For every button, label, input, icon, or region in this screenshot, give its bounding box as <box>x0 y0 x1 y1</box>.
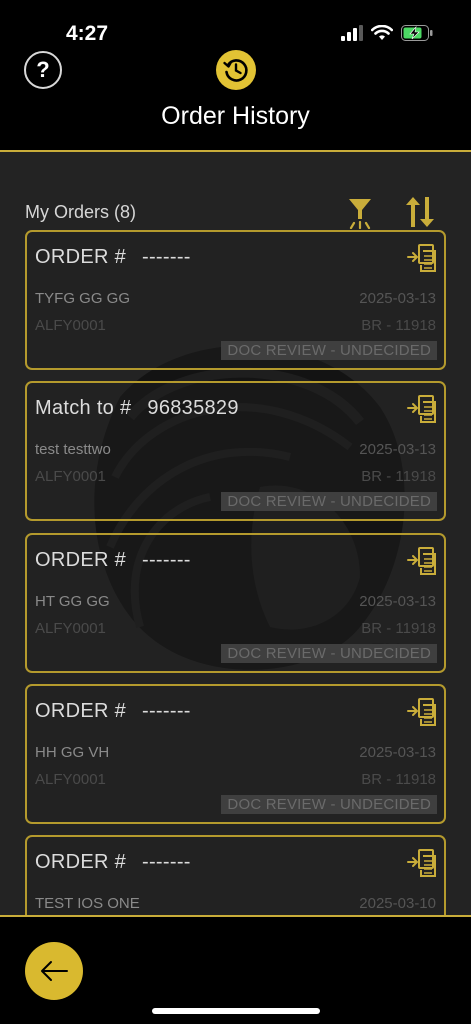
app-footer <box>0 915 471 1024</box>
order-date: 2025-03-13 <box>359 593 436 610</box>
order-label: Match to # <box>35 397 132 419</box>
order-customer-name: test testtwo <box>35 441 111 458</box>
document-import-icon[interactable] <box>406 696 438 728</box>
order-list-panel[interactable]: TM My Orders (8) ORDER #------- TYFG GG … <box>0 152 471 915</box>
order-code: ALFY0001 <box>35 468 106 485</box>
orders-count-label: My Orders (8) <box>25 202 137 222</box>
order-date: 2025-03-13 <box>359 744 436 761</box>
order-title: ORDER # ------- <box>35 851 191 874</box>
document-import-icon[interactable] <box>406 847 438 879</box>
order-title: Match to # 96835829 <box>35 397 239 420</box>
order-code: ALFY0001 <box>35 620 106 637</box>
order-status-badge: DOC REVIEW - UNDECIDED <box>221 492 437 511</box>
home-indicator[interactable] <box>152 1008 320 1014</box>
filter-button[interactable] <box>343 192 377 232</box>
order-card[interactable]: ORDER # ------- TEST IOS ONE 2025-03-10 <box>25 835 446 915</box>
order-title: ORDER # ------- <box>35 700 191 723</box>
page-title: Order History <box>161 102 310 130</box>
order-card[interactable]: Match to # 96835829 test testtwo 2025-03-… <box>25 381 446 521</box>
order-customer-name: HH GG VH <box>35 744 110 761</box>
order-number: ------- <box>142 700 191 722</box>
order-card[interactable]: ORDER # ------- HT GG GG 2025-03-13 ALFY0… <box>25 533 446 673</box>
status-time: 4:27 <box>66 22 109 45</box>
wifi-icon <box>371 25 393 40</box>
order-title: ORDER # ------- <box>35 246 191 269</box>
order-number: ------- <box>142 851 191 873</box>
order-date: 2025-03-13 <box>359 290 436 307</box>
order-date: 2025-03-13 <box>359 441 436 458</box>
arrow-left-icon <box>41 961 68 981</box>
order-label: ORDER # <box>35 851 127 873</box>
back-button[interactable] <box>25 942 83 1000</box>
order-branch: BR - 11918 <box>361 468 436 485</box>
battery-charging-icon <box>401 25 433 41</box>
order-number: 96835829 <box>147 397 239 419</box>
document-import-icon[interactable] <box>406 545 438 577</box>
list-header: My Orders (8) <box>25 192 445 232</box>
help-button[interactable]: ? <box>24 51 62 89</box>
order-branch: BR - 11918 <box>361 620 436 637</box>
order-date: 2025-03-10 <box>359 895 436 912</box>
order-status-badge: DOC REVIEW - UNDECIDED <box>221 341 437 360</box>
filter-icon <box>349 199 371 229</box>
document-import-icon[interactable] <box>406 242 438 274</box>
order-number: ------- <box>142 246 191 268</box>
order-customer-name: TEST IOS ONE <box>35 895 140 912</box>
order-label: ORDER # <box>35 700 127 722</box>
status-icons <box>341 25 433 41</box>
app-header: 4:27 ? Order History <box>0 0 471 152</box>
question-icon: ? <box>36 57 50 82</box>
sort-button[interactable] <box>403 192 437 232</box>
order-number: ------- <box>142 549 191 571</box>
history-clock-icon <box>216 50 256 90</box>
order-code: ALFY0001 <box>35 771 106 788</box>
order-code: ALFY0001 <box>35 317 106 334</box>
order-card[interactable]: ORDER # ------- HH GG VH 2025-03-13 ALFY0… <box>25 684 446 824</box>
sort-icon <box>406 197 434 227</box>
order-branch: BR - 11918 <box>361 771 436 788</box>
order-customer-name: TYFG GG GG <box>35 290 131 307</box>
order-status-badge: DOC REVIEW - UNDECIDED <box>221 795 437 814</box>
signal-icon <box>341 25 363 41</box>
order-status-badge: DOC REVIEW - UNDECIDED <box>221 644 437 663</box>
order-branch: BR - 11918 <box>361 317 436 334</box>
document-import-icon[interactable] <box>406 393 438 425</box>
order-card[interactable]: ORDER # ------- TYFG GG GG 2025-03-13 ALF… <box>25 230 446 370</box>
order-customer-name: HT GG GG <box>35 593 110 610</box>
order-title: ORDER # ------- <box>35 549 191 572</box>
order-label: ORDER # <box>35 246 127 268</box>
order-label: ORDER # <box>35 549 127 571</box>
